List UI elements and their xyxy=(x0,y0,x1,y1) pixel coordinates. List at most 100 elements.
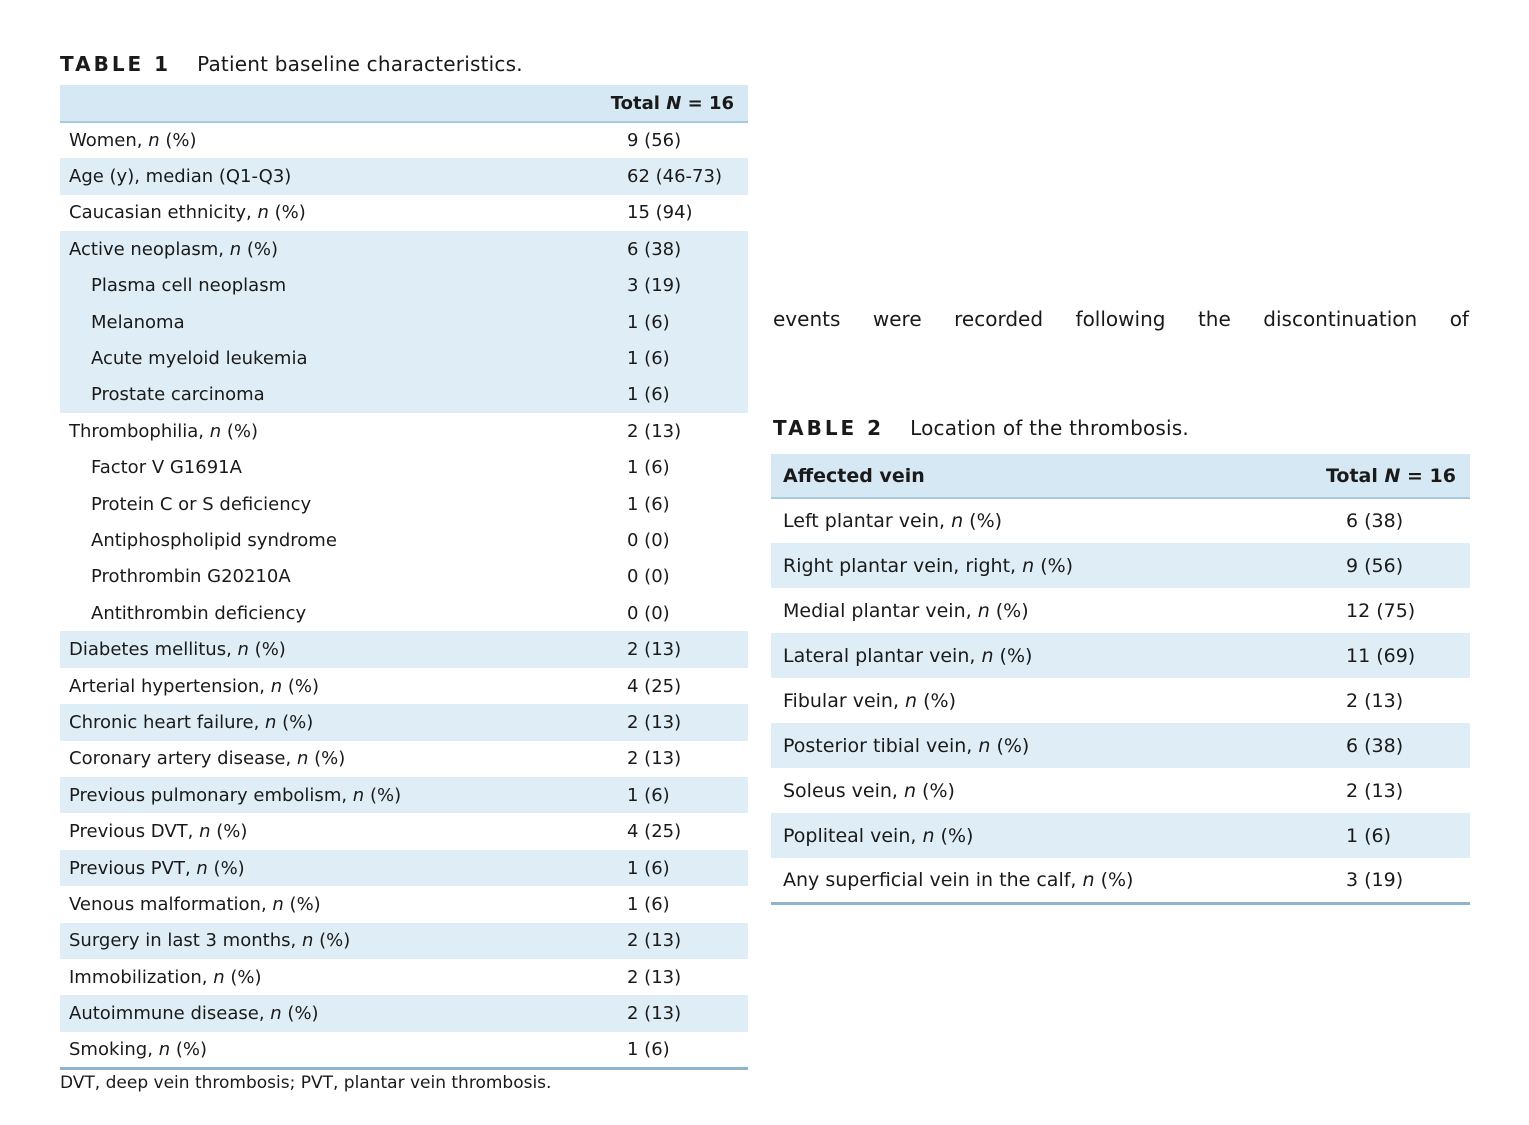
table1-row-label: Plasma cell neoplasm xyxy=(91,275,287,297)
table2-row-value: 6 (38) xyxy=(1346,510,1404,532)
table1-row-label: Previous DVT, n (%) xyxy=(69,821,248,843)
table1-row: Factor V G1691A 1 (6) xyxy=(60,450,748,486)
table2-row-label: Medial plantar vein, n (%) xyxy=(783,599,1029,622)
table2-row-value: 2 (13) xyxy=(1346,689,1404,712)
table1-row-value: 2 (13) xyxy=(627,930,682,952)
table1-row: Thrombophilia, n (%) 2 (13) xyxy=(60,413,748,449)
table1-row-value: 2 (13) xyxy=(627,711,682,733)
table1-row: Prothrombin G20210A 0 (0) xyxy=(60,559,748,595)
body-text-word: discontinuation xyxy=(1263,307,1418,331)
table1-row: Arterial hypertension, n (%) 4 (25) xyxy=(60,668,748,704)
table1-row-label: Autoimmune disease, n (%) xyxy=(69,1003,319,1025)
table1-row-label: Immobilization, n (%) xyxy=(69,966,262,988)
table1-row: Coronary artery disease, n (%) 2 (13) xyxy=(60,741,748,777)
table1-row-value: 6 (38) xyxy=(627,238,682,260)
table1-row-label: Acute myeloid leukemia xyxy=(91,348,308,370)
table2-row-label: Lateral plantar vein, n (%) xyxy=(783,644,1033,667)
table1-row-value: 4 (25) xyxy=(627,821,682,843)
table1-row-value: 1 (6) xyxy=(627,857,670,879)
table1-row-value: 2 (13) xyxy=(627,1003,682,1025)
table1-row: Plasma cell neoplasm 3 (19) xyxy=(60,267,748,304)
table1-row-value: 1 (6) xyxy=(627,784,670,806)
table2-row-value: 9 (56) xyxy=(1346,554,1404,577)
table1-row-value: 1 (6) xyxy=(627,893,670,915)
table2-header-vein: Affected vein xyxy=(771,454,1311,499)
table2-row-label: Fibular vein, n (%) xyxy=(783,689,957,712)
table2-row-label: Right plantar vein, right, n (%) xyxy=(783,554,1074,577)
table1-row-label: Prothrombin G20210A xyxy=(91,566,291,588)
table1-row: Melanoma 1 (6) xyxy=(60,303,748,341)
table1-row: Smoking, n (%) 1 (6) xyxy=(60,1031,748,1070)
table1-row-value: 1 (6) xyxy=(627,493,670,515)
body-text-word: events xyxy=(773,307,841,331)
table1-row-value: 0 (0) xyxy=(627,566,670,588)
table1-row-label: Chronic heart failure, n (%) xyxy=(69,711,314,733)
table1-row: Antiphospholipid syndrome 0 (0) xyxy=(60,522,748,558)
table1-row: Surgery in last 3 months, n (%) 2 (13) xyxy=(60,922,748,959)
table1-row-label: Venous malformation, n (%) xyxy=(69,893,321,915)
table1-row-label: Melanoma xyxy=(91,311,185,333)
baseline-characteristics-table: Total N = 16 Women, n (%) 9 (56) Age (y), … xyxy=(60,85,748,1070)
table1-row-label: Smoking, n (%) xyxy=(60,1031,608,1070)
body-text-word: the xyxy=(1197,307,1231,331)
table1-row-label: Antithrombin deficiency xyxy=(91,602,307,624)
table1-row-label: Thrombophilia, n (%) xyxy=(69,420,259,442)
table1-header-characteristic xyxy=(60,85,608,123)
table1-row-value: 9 (56) xyxy=(627,130,682,152)
table1-row: Age (y), median (Q1-Q3) 62 (46-73) xyxy=(60,158,748,195)
table1-header-row: Total N = 16 xyxy=(60,85,748,123)
table1-row-value: 2 (13) xyxy=(627,966,682,988)
table2-row-value: 11 (69) xyxy=(1346,644,1416,667)
table1-caption: TABLE 1 Patient baseline characteristics… xyxy=(60,52,523,76)
table2-row: Medial plantar vein, n (%) 12 (75) xyxy=(771,588,1470,633)
table1-row-value: 1 (6) xyxy=(608,1031,748,1070)
table1-row-value: 2 (13) xyxy=(627,748,682,770)
table1-row: Venous malformation, n (%) 1 (6) xyxy=(60,886,748,922)
table1-row: Caucasian ethnicity, n (%) 15 (94) xyxy=(60,195,748,231)
table1-row-label: Women, n (%) xyxy=(69,130,197,152)
table1-row-label: Coronary artery disease, n (%) xyxy=(69,748,346,770)
table1-row-value: 0 (0) xyxy=(627,602,670,624)
table1-title: Patient baseline characteristics. xyxy=(197,52,523,76)
table1-row-label: Previous PVT, n (%) xyxy=(69,857,245,879)
table1-row-value: 15 (94) xyxy=(627,202,693,224)
body-text-word: of xyxy=(1449,307,1469,331)
table1-row: Antithrombin deficiency 0 (0) xyxy=(60,595,748,631)
table2-row-label: Popliteal vein, n (%) xyxy=(783,824,974,847)
table1-row-label: Antiphospholipid syndrome xyxy=(91,529,337,551)
table2-row-value: 3 (19) xyxy=(1311,858,1470,905)
table2-row: Right plantar vein, right, n (%) 9 (56) xyxy=(771,543,1470,588)
table1-row-value: 1 (6) xyxy=(627,384,670,406)
table1-row: Previous PVT, n (%) 1 (6) xyxy=(60,849,748,887)
table1-header-total: Total N = 16 xyxy=(608,85,748,123)
table2-row-value: 2 (13) xyxy=(1346,779,1404,802)
table2-caption: TABLE 2 Location of the thrombosis. xyxy=(773,416,1189,440)
table2-header-row: Affected vein Total N = 16 xyxy=(771,454,1470,499)
table1-row-value: 0 (0) xyxy=(627,529,670,551)
table2-row-label: Soleus vein, n (%) xyxy=(783,779,955,802)
table1-label: TABLE 1 xyxy=(60,52,172,76)
thrombosis-location-table: Affected vein Total N = 16 Left plantar … xyxy=(771,454,1470,905)
table1-row-label: Diabetes mellitus, n (%) xyxy=(69,639,286,661)
table1-row-value: 4 (25) xyxy=(627,675,682,697)
table1-row-label: Surgery in last 3 months, n (%) xyxy=(69,930,351,952)
table1-row: Previous DVT, n (%) 4 (25) xyxy=(60,813,748,849)
table1-row: Immobilization, n (%) 2 (13) xyxy=(60,959,748,995)
table1-footnote: DVT, deep vein thrombosis; PVT, plantar … xyxy=(60,1073,552,1093)
table1-row: Diabetes mellitus, n (%) 2 (13) xyxy=(60,631,748,668)
table1-row-value: 1 (6) xyxy=(627,348,670,370)
table1-row-value: 1 (6) xyxy=(627,311,670,333)
table1-row: Acute myeloid leukemia 1 (6) xyxy=(60,340,748,377)
table1-row-label: Arterial hypertension, n (%) xyxy=(69,675,320,697)
table1-row-label: Caucasian ethnicity, n (%) xyxy=(69,202,306,224)
table1-row-value: 3 (19) xyxy=(627,275,682,297)
table2-label: TABLE 2 xyxy=(773,416,885,440)
table1-row-value: 62 (46-73) xyxy=(627,166,722,188)
table2-row-value: 1 (6) xyxy=(1346,824,1392,847)
table1-row: Autoimmune disease, n (%) 2 (13) xyxy=(60,995,748,1032)
table1-row-value: 2 (13) xyxy=(627,420,682,442)
table1-row-label: Active neoplasm, n (%) xyxy=(69,238,279,260)
table2-row: Any superficial vein in the calf, n (%) 3… xyxy=(771,858,1470,905)
table2-row-value: 6 (38) xyxy=(1346,734,1404,757)
table1-row-label: Protein C or S deficiency xyxy=(91,493,312,515)
